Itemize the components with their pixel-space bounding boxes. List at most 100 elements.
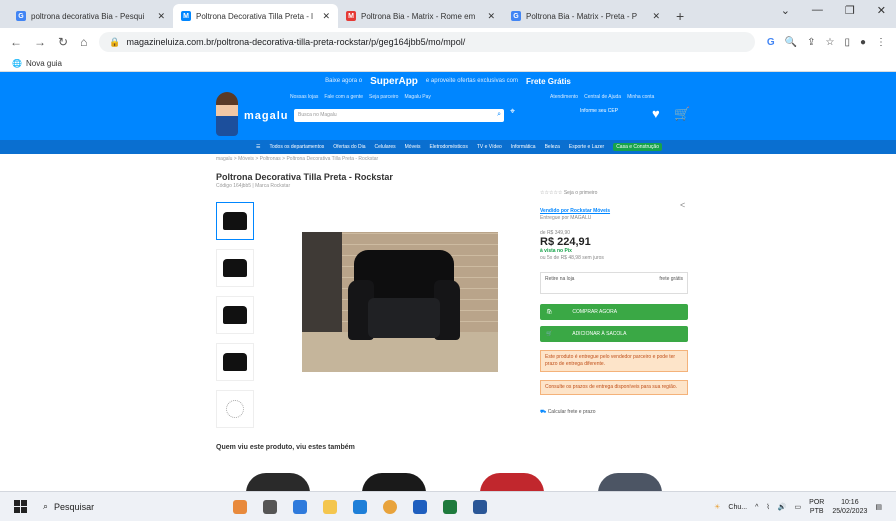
thumbnail[interactable] (216, 296, 254, 334)
star-icon[interactable]: ☆ (825, 37, 834, 48)
settings-icon[interactable] (293, 499, 307, 514)
folder-icon[interactable] (323, 499, 337, 514)
thumbnail[interactable] (216, 249, 254, 287)
cep-label: Informe seu CEP (580, 108, 619, 114)
profile-icon[interactable]: ● (860, 37, 866, 48)
category-item[interactable]: Beleza (545, 144, 560, 150)
excel-icon[interactable] (443, 499, 457, 514)
related-product[interactable] (362, 473, 426, 491)
header-link[interactable]: Central de Ajuda (584, 94, 621, 100)
volume-icon[interactable]: 🔊 (778, 503, 787, 511)
word-icon[interactable] (473, 499, 487, 514)
category-item[interactable]: Ofertas do Dia (333, 144, 365, 150)
delivery-line: Entregue por MAGALU (540, 215, 592, 221)
category-item[interactable]: Casa e Construção (613, 143, 662, 151)
calc-shipping[interactable]: ⛟ Calcular frete e prazo (540, 409, 688, 416)
header-link[interactable]: Atendimento (550, 94, 578, 100)
seller-link[interactable]: Vendido por Rockstar Móveis (540, 208, 610, 214)
header-link[interactable]: Minha conta (627, 94, 654, 100)
location-info[interactable]: ⌖ (510, 107, 515, 116)
maximize-button[interactable]: ❐ (845, 4, 855, 17)
tab-0[interactable]: G poltrona decorativa Bia - Pesqui ✕ (8, 4, 173, 28)
thumbnail[interactable] (216, 343, 254, 381)
header-link[interactable]: Nossas lojas (290, 94, 318, 100)
category-item[interactable]: Esporte e Lazer (569, 144, 604, 150)
promo-bar[interactable]: Baixe agora o SuperApp e aproveite ofert… (0, 72, 896, 90)
pix-line: à vista no Pix (540, 248, 688, 255)
edge-icon[interactable] (353, 499, 367, 514)
lock-icon: 🔒 (109, 36, 121, 47)
heart-icon[interactable]: ♥ (652, 106, 660, 121)
chevron-down-icon[interactable]: ⌄ (781, 4, 790, 17)
address-bar[interactable]: 🔒 magazineluiza.com.br/poltrona-decorati… (99, 32, 755, 52)
bookmark-item[interactable]: Nova guia (26, 59, 62, 68)
home-icon[interactable]: ⌂ (80, 35, 87, 49)
related-product[interactable] (480, 473, 544, 491)
category-item[interactable]: Móveis (405, 144, 421, 150)
close-icon[interactable]: ✕ (157, 11, 165, 22)
taskbar-search[interactable]: ⌕ Pesquisar (43, 501, 193, 512)
google-icon: G (16, 11, 26, 21)
close-icon[interactable]: ✕ (487, 11, 495, 22)
weather-label[interactable]: Chu... (728, 504, 747, 511)
share-icon[interactable]: ⇪ (807, 37, 815, 48)
magalu-logo[interactable]: magalu (244, 110, 289, 122)
weather-icon[interactable]: ☀ (714, 503, 720, 511)
minimize-button[interactable]: — (812, 4, 823, 17)
buy-now-button[interactable]: 🛍 COMPRAR AGORA (540, 304, 688, 320)
reload-icon[interactable]: ↻ (58, 35, 68, 49)
cart-icon[interactable]: 🛒 (674, 106, 690, 122)
search-icon[interactable]: ⌕ (497, 111, 501, 119)
installments: ou 5x de R$ 48,98 sem juros (540, 255, 604, 261)
chair-seat (368, 298, 440, 338)
close-icon[interactable]: ✕ (652, 11, 660, 22)
header-link[interactable]: Seja parceiro (369, 94, 398, 100)
system-tray: ☀ Chu... ^ ⌇ 🔊 ▭ POR PTB 10:16 25/02/202… (714, 492, 882, 521)
sidebar-icon[interactable]: ▯ (844, 37, 850, 48)
widget-icon[interactable] (233, 499, 247, 514)
chevron-up-icon[interactable]: ^ (755, 504, 758, 511)
task-view-icon[interactable] (263, 499, 277, 514)
tab-1[interactable]: M Poltrona Decorativa Tilla Preta - l ✕ (173, 4, 338, 28)
menu-icon[interactable]: ⋮ (876, 37, 886, 48)
google-lens-icon[interactable]: G (767, 37, 775, 48)
shipping-value: frete grátis (659, 276, 683, 282)
store-icon[interactable] (413, 499, 427, 514)
tab-2[interactable]: M Poltrona Bia - Matrix - Rome em ✕ (338, 4, 503, 28)
zoom-icon[interactable]: 🔍 (785, 37, 797, 48)
notification-icon[interactable]: ▤ (875, 503, 882, 511)
shipping-box[interactable]: Retire na loja frete grátis (540, 272, 688, 294)
category-item[interactable]: Todos os departamentos (269, 144, 324, 150)
header-link[interactable]: Fale com a gente (324, 94, 363, 100)
thumbnail[interactable] (216, 202, 254, 240)
rating-row: ☆☆☆☆☆ Seja o primeiro (540, 190, 688, 196)
search-input[interactable]: Busca no Magalu ⌕ (294, 109, 504, 122)
tab-3[interactable]: G Poltrona Bia - Matrix - Preta - P ✕ (503, 4, 668, 28)
clock[interactable]: 10:16 25/02/2023 (832, 498, 867, 516)
category-item[interactable]: Informática (511, 144, 536, 150)
menu-icon[interactable]: ☰ (256, 144, 260, 150)
product-main-image[interactable] (302, 232, 498, 372)
related-product[interactable] (598, 473, 662, 491)
category-item[interactable]: TV e Vídeo (477, 144, 502, 150)
thumbnail-360[interactable] (216, 390, 254, 428)
forward-icon[interactable]: → (34, 35, 46, 49)
category-item[interactable]: Celulares (375, 144, 396, 150)
chrome-icon[interactable] (383, 499, 397, 514)
windows-start-icon[interactable] (14, 500, 27, 513)
back-icon[interactable]: ← (10, 35, 22, 49)
close-window-button[interactable]: ✕ (877, 4, 886, 17)
breadcrumb[interactable]: magalu > Móveis > Poltronas > Poltrona D… (216, 156, 378, 162)
category-item[interactable]: Eletrodomésticos (429, 144, 467, 150)
related-product[interactable] (246, 473, 310, 491)
pix-label: à vista no Pix (540, 248, 572, 254)
add-to-cart-button[interactable]: 🛒 ADICIONAR À SACOLA (540, 326, 688, 342)
battery-icon[interactable]: ▭ (795, 503, 802, 511)
rating-stars[interactable]: ☆☆☆☆☆ Seja o primeiro (540, 190, 597, 196)
network-icon[interactable]: ⌇ (766, 503, 769, 511)
header-link[interactable]: Magalu Pay (404, 94, 430, 100)
new-tab-button[interactable]: + (676, 8, 684, 24)
close-icon[interactable]: ✕ (322, 11, 330, 22)
cep-info[interactable]: Informe seu CEP (580, 108, 618, 114)
language-indicator[interactable]: POR PTB (809, 498, 824, 516)
